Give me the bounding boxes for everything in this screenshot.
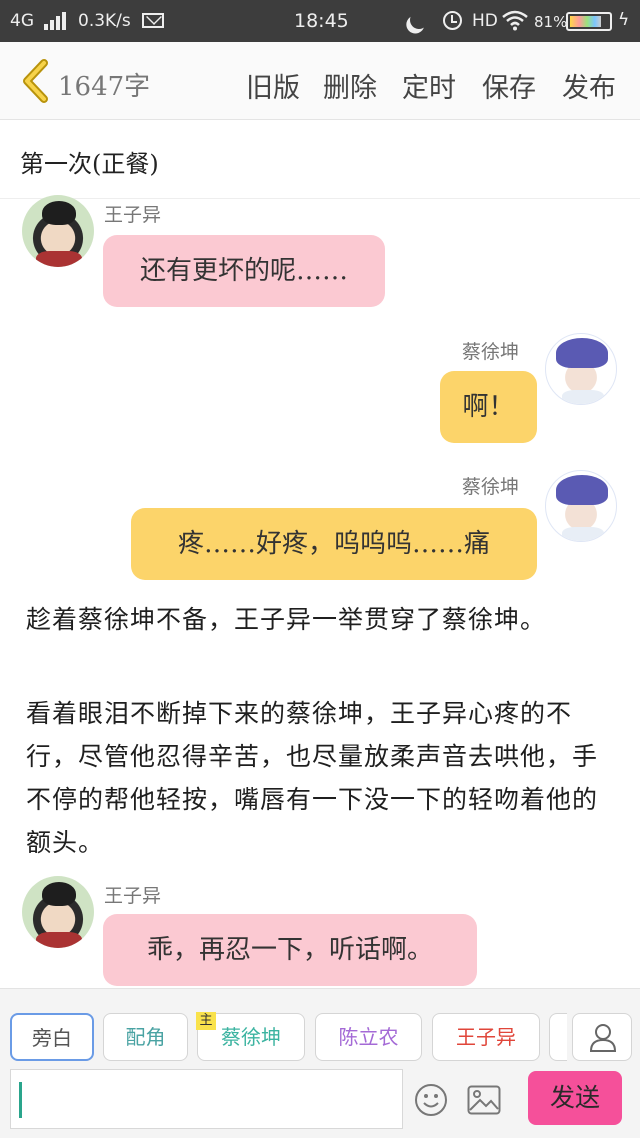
avatar-wang-ziyi[interactable]	[22, 195, 94, 267]
role-label: 王子异	[456, 1025, 516, 1049]
role-label: 旁白	[32, 1026, 72, 1050]
message-input[interactable]	[10, 1069, 403, 1129]
chapter-title[interactable]: 第一次(正餐)	[20, 144, 159, 179]
hd-indicator: HD	[472, 11, 498, 31]
avatar-cai-xukun[interactable]	[545, 470, 617, 542]
battery-icon	[566, 12, 612, 31]
word-count: 1647字	[58, 72, 151, 102]
divider	[0, 198, 640, 199]
composer-bar: 旁白 配角 蔡徐坤 主 陈立农 王子异 发送	[0, 988, 640, 1138]
send-button[interactable]: 发送	[528, 1071, 622, 1125]
save-button[interactable]: 保存	[482, 66, 536, 105]
publish-button[interactable]: 发布	[562, 66, 616, 105]
speaker-name: 蔡徐坤	[462, 476, 520, 498]
schedule-button[interactable]: 定时	[402, 66, 456, 105]
role-chip-narrator[interactable]: 旁白	[10, 1013, 94, 1061]
editor-header: 1647字 旧版 删除 定时 保存 发布	[0, 42, 640, 120]
back-chevron-icon[interactable]	[18, 59, 58, 103]
speaker-name: 蔡徐坤	[462, 341, 520, 363]
mail-icon	[142, 13, 164, 28]
network-speed: 0.3K/s	[78, 11, 131, 31]
charging-icon: ϟ	[618, 10, 630, 30]
text-caret	[19, 1082, 22, 1118]
avatar-cai-xukun[interactable]	[545, 333, 617, 405]
old-version-button[interactable]: 旧版	[246, 66, 300, 105]
wifi-icon	[502, 10, 528, 31]
role-chip-overflow[interactable]	[549, 1013, 567, 1061]
role-chip-wang-ziyi[interactable]: 王子异	[432, 1013, 540, 1061]
image-icon[interactable]	[467, 1085, 501, 1115]
signal-icon	[44, 12, 66, 30]
speaker-name: 王子异	[104, 885, 162, 907]
delete-button[interactable]: 删除	[323, 66, 377, 105]
person-icon	[589, 1024, 617, 1052]
emoji-icon[interactable]	[414, 1083, 448, 1117]
narration-paragraph[interactable]: 趁着蔡徐坤不备，王子异一举贯穿了蔡徐坤。	[26, 598, 618, 641]
chat-bubble-right[interactable]: 疼……好疼，呜呜呜……痛	[131, 508, 537, 580]
status-bar: 4G 0.3K/s 18:45 HD 81% ϟ	[0, 0, 640, 42]
add-role-button[interactable]	[572, 1013, 632, 1061]
role-label: 陈立农	[338, 1025, 399, 1049]
role-chip-chen-linong[interactable]: 陈立农	[315, 1013, 422, 1061]
speaker-name: 王子异	[104, 204, 162, 226]
main-role-tag: 主	[196, 1012, 216, 1030]
battery-percent: 81%	[534, 13, 568, 31]
role-label: 蔡徐坤	[221, 1025, 281, 1049]
alarm-icon	[443, 11, 462, 30]
chat-bubble-left[interactable]: 乖，再忍一下，听话啊。	[103, 914, 477, 986]
clock: 18:45	[294, 10, 349, 32]
network-type: 4G	[10, 11, 34, 31]
avatar-wang-ziyi[interactable]	[22, 876, 94, 948]
moon-icon	[407, 8, 430, 31]
narration-paragraph[interactable]: 看着眼泪不断掉下来的蔡徐坤，王子异心疼的不行，尽管他忍得辛苦，也尽量放柔声音去哄…	[26, 692, 618, 864]
role-chip-supporting[interactable]: 配角	[103, 1013, 188, 1061]
role-label: 配角	[125, 1025, 166, 1049]
chat-bubble-right[interactable]: 啊！	[440, 371, 537, 443]
chat-bubble-left[interactable]: 还有更坏的呢……	[103, 235, 385, 307]
